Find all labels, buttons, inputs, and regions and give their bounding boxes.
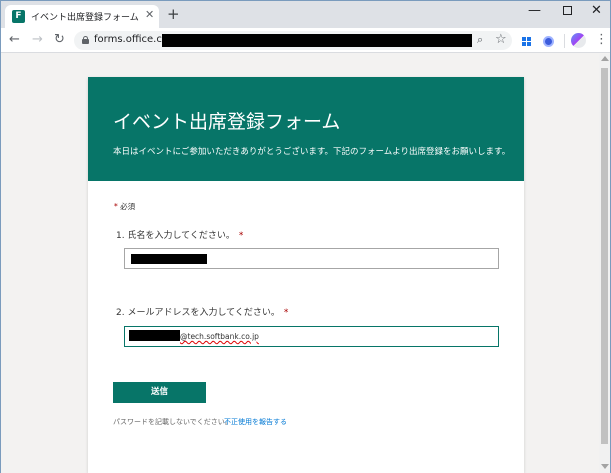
email-input[interactable]: @tech.softbank.co.jp <box>124 326 499 347</box>
question-2-text: 2. メールアドレスを入力してください。 <box>116 308 280 318</box>
required-star: * <box>114 202 118 211</box>
windows-extension-icon[interactable] <box>522 37 532 47</box>
question-1-text: 1. 氏名を入力してください。 <box>116 231 235 241</box>
form-description: 本日はイベントにご参加いただきありがとうございます。下記のフォームより出席登録を… <box>113 147 511 157</box>
tab-strip: F イベント出席登録フォーム ✕ + — ✕ <box>1 1 610 28</box>
question-2-label: 2. メールアドレスを入力してください。 * <box>116 305 288 318</box>
scroll-up-arrow-icon[interactable] <box>601 56 609 61</box>
scroll-thumb[interactable] <box>601 68 608 444</box>
reload-icon[interactable]: ↻ <box>54 32 65 48</box>
page-content: イベント出席登録フォーム 本日はイベントにご参加いただきありがとうございます。下… <box>1 54 610 473</box>
forward-arrow-icon[interactable]: → <box>32 32 43 48</box>
form-header: イベント出席登録フォーム 本日はイベントにご参加いただきありがとうございます。下… <box>88 77 524 181</box>
bookmark-star-icon[interactable]: ☆ <box>495 32 507 47</box>
question-2-required-star: * <box>283 308 289 318</box>
url-redaction <box>162 34 472 47</box>
zoom-icon[interactable]: ⌕ <box>477 33 483 47</box>
browser-window: F イベント出席登録フォーム ✕ + — ✕ ← → ↻ forms.offic… <box>0 0 611 473</box>
submit-button[interactable]: 送信 <box>113 382 206 403</box>
question-1-label: 1. 氏名を入力してください。 * <box>116 228 243 241</box>
password-warning: パスワードを記載しないでください。 <box>113 418 232 426</box>
minimize-icon[interactable]: — <box>528 3 541 18</box>
name-redaction <box>131 254 207 264</box>
form-title: イベント出席登録フォーム <box>113 111 341 133</box>
form-card: イベント出席登録フォーム 本日はイベントにご参加いただきありがとうございます。下… <box>88 77 524 473</box>
scroll-down-arrow-icon[interactable] <box>601 464 609 469</box>
address-bar[interactable]: forms.office.com/ ⌕ ☆ <box>74 31 512 50</box>
name-input[interactable] <box>124 248 499 269</box>
toolbar-divider <box>564 34 565 48</box>
tab-forms[interactable]: F イベント出席登録フォーム ✕ <box>5 5 159 28</box>
extension-icon[interactable] <box>543 36 554 47</box>
page-scrollbar[interactable] <box>599 54 610 473</box>
required-note: * 必須 <box>114 201 135 212</box>
window-close-icon[interactable]: ✕ <box>591 3 602 18</box>
email-domain-text[interactable]: @tech.softbank.co.jp <box>180 332 259 341</box>
email-redaction <box>129 330 180 341</box>
back-arrow-icon[interactable]: ← <box>9 32 20 48</box>
lock-icon[interactable] <box>82 36 89 44</box>
required-note-text: 必須 <box>120 202 136 211</box>
maximize-icon[interactable] <box>563 6 572 15</box>
forms-favicon-icon: F <box>12 10 25 23</box>
report-abuse-link[interactable]: 不正使用を報告する <box>224 417 287 427</box>
browser-menu-icon[interactable]: ⋮ <box>595 32 608 48</box>
profile-avatar[interactable] <box>571 33 586 48</box>
tab-title: イベント出席登録フォーム <box>31 13 139 23</box>
new-tab-button[interactable]: + <box>167 7 180 22</box>
question-1-required-star: * <box>238 231 244 241</box>
browser-toolbar: ← → ↻ forms.office.com/ ⌕ ☆ ⋮ <box>1 28 610 53</box>
tab-close-icon[interactable]: ✕ <box>145 8 154 22</box>
